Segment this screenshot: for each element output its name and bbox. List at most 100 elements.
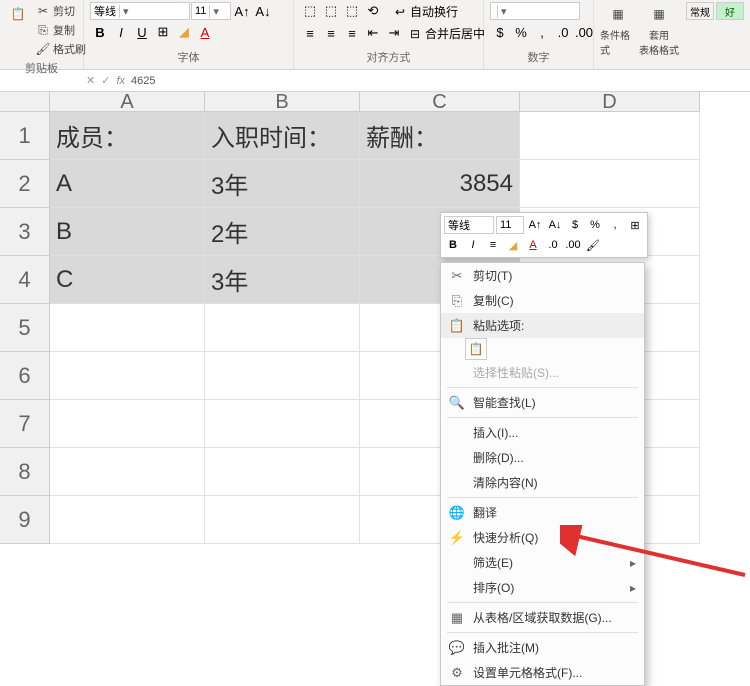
row-header-8[interactable]: 8 xyxy=(0,448,50,496)
menu-insert-comment[interactable]: 💬插入批注(M) xyxy=(441,635,644,660)
mini-bold[interactable]: B xyxy=(444,236,462,254)
fill-color-button[interactable]: ◢ xyxy=(174,23,194,41)
cut-button[interactable]: ✂剪切 xyxy=(33,2,89,20)
menu-filter[interactable]: 筛选(E)▸ xyxy=(441,550,644,575)
orientation-button[interactable]: ⟲ xyxy=(363,2,383,20)
mini-comma[interactable]: , xyxy=(606,216,624,234)
col-header-A[interactable]: A xyxy=(50,92,205,112)
row-header-5[interactable]: 5 xyxy=(0,304,50,352)
currency-button[interactable]: $ xyxy=(490,23,510,41)
decrease-indent-button[interactable]: ⇤ xyxy=(363,24,383,42)
align-top-button[interactable]: ⬚ xyxy=(300,2,320,20)
cell-B8[interactable] xyxy=(205,448,360,496)
font-size-dropdown[interactable]: 11▾ xyxy=(191,2,231,20)
cell-B2[interactable]: 3年 xyxy=(205,160,360,208)
menu-clear[interactable]: 清除内容(N) xyxy=(441,470,644,495)
style-normal[interactable]: 常规 xyxy=(686,2,714,20)
format-painter-button[interactable]: 🖌格式刷 xyxy=(33,40,89,58)
mini-decimal-dec[interactable]: .0 xyxy=(544,236,562,254)
cell-B7[interactable] xyxy=(205,400,360,448)
menu-cut[interactable]: ✂剪切(T) xyxy=(441,263,644,288)
merge-center-button[interactable]: ⊟合并后居中 xyxy=(405,24,488,43)
bold-button[interactable]: B xyxy=(90,23,110,41)
mini-font-color[interactable]: A xyxy=(524,236,542,254)
mini-decrease-font[interactable]: A↓ xyxy=(546,216,564,234)
border-button[interactable]: ⊞ xyxy=(153,23,173,41)
align-middle-button[interactable]: ⬚ xyxy=(321,2,341,20)
cell-A2[interactable]: A xyxy=(50,160,205,208)
col-header-B[interactable]: B xyxy=(205,92,360,112)
cell-B3[interactable]: 2年 xyxy=(205,208,360,256)
row-header-9[interactable]: 9 xyxy=(0,496,50,544)
mini-italic[interactable]: I xyxy=(464,236,482,254)
cell-B5[interactable] xyxy=(205,304,360,352)
menu-copy[interactable]: ⎘复制(C) xyxy=(441,288,644,313)
mini-currency[interactable]: $ xyxy=(566,216,584,234)
col-header-C[interactable]: C xyxy=(360,92,520,112)
mini-percent[interactable]: % xyxy=(586,216,604,234)
increase-decimal-button[interactable]: .0 xyxy=(553,23,573,41)
cell-D1[interactable] xyxy=(520,112,700,160)
conditional-format-icon[interactable]: ▦ xyxy=(606,2,630,26)
cell-A7[interactable] xyxy=(50,400,205,448)
menu-smart-lookup[interactable]: 🔍智能查找(L) xyxy=(441,390,644,415)
row-header-2[interactable]: 2 xyxy=(0,160,50,208)
align-bottom-button[interactable]: ⬚ xyxy=(342,2,362,20)
cell-B6[interactable] xyxy=(205,352,360,400)
copy-button[interactable]: ⎘复制 xyxy=(33,21,89,39)
cell-A6[interactable] xyxy=(50,352,205,400)
cell-D2[interactable] xyxy=(520,160,700,208)
fx-icon[interactable]: fx xyxy=(116,75,125,87)
align-right-button[interactable]: ≡ xyxy=(342,24,362,42)
col-header-D[interactable]: D xyxy=(520,92,700,112)
comma-button[interactable]: , xyxy=(532,23,552,41)
mini-decimal-inc[interactable]: .00 xyxy=(564,236,582,254)
cell-C2[interactable]: 3854 xyxy=(360,160,520,208)
number-format-dropdown[interactable]: ▾ xyxy=(490,2,580,20)
mini-align[interactable]: ≡ xyxy=(484,236,502,254)
align-center-button[interactable]: ≡ xyxy=(321,24,341,42)
increase-font-button[interactable]: A↑ xyxy=(232,2,252,20)
decrease-font-button[interactable]: A↓ xyxy=(253,2,273,20)
mini-fill-color[interactable]: ◢ xyxy=(504,236,522,254)
cell-A9[interactable] xyxy=(50,496,205,544)
menu-quick-analysis[interactable]: ⚡快速分析(Q) xyxy=(441,525,644,550)
mini-format-painter[interactable]: 🖌 xyxy=(584,236,602,254)
cell-A8[interactable] xyxy=(50,448,205,496)
cell-A4[interactable]: C xyxy=(50,256,205,304)
cancel-icon[interactable]: ✕ xyxy=(86,74,95,87)
font-color-button[interactable]: A xyxy=(195,23,215,41)
underline-button[interactable]: U xyxy=(132,23,152,41)
cell-A3[interactable]: B xyxy=(50,208,205,256)
menu-format-cells[interactable]: ⚙设置单元格格式(F)... xyxy=(441,660,644,685)
increase-indent-button[interactable]: ⇥ xyxy=(384,24,404,42)
menu-delete[interactable]: 删除(D)... xyxy=(441,445,644,470)
menu-translate[interactable]: 🌐翻译 xyxy=(441,500,644,525)
confirm-icon[interactable]: ✓ xyxy=(101,74,110,87)
wrap-text-button[interactable]: ↩自动换行 xyxy=(390,2,461,21)
menu-get-data[interactable]: ▦从表格/区域获取数据(G)... xyxy=(441,605,644,630)
row-header-4[interactable]: 4 xyxy=(0,256,50,304)
decrease-decimal-button[interactable]: .00 xyxy=(574,23,594,41)
cell-B1[interactable]: 入职时间： xyxy=(205,112,360,160)
row-header-3[interactable]: 3 xyxy=(0,208,50,256)
paste-icon[interactable]: 📋 xyxy=(6,2,30,26)
mini-font-dropdown[interactable]: 等线 xyxy=(444,216,494,234)
menu-insert[interactable]: 插入(I)... xyxy=(441,420,644,445)
paste-option-values[interactable]: 📋 xyxy=(465,338,487,360)
table-format-icon[interactable]: ▦ xyxy=(647,2,671,26)
mini-increase-font[interactable]: A↑ xyxy=(526,216,544,234)
style-good[interactable]: 好 xyxy=(716,2,744,20)
formula-value[interactable]: 4625 xyxy=(131,75,155,87)
align-left-button[interactable]: ≡ xyxy=(300,24,320,42)
select-all-corner[interactable] xyxy=(0,92,50,112)
row-header-6[interactable]: 6 xyxy=(0,352,50,400)
mini-size-dropdown[interactable]: 11 xyxy=(496,216,524,234)
cell-A5[interactable] xyxy=(50,304,205,352)
font-name-dropdown[interactable]: 等线▾ xyxy=(90,2,190,20)
cell-B4[interactable]: 3年 xyxy=(205,256,360,304)
row-header-7[interactable]: 7 xyxy=(0,400,50,448)
mini-border[interactable]: ⊞ xyxy=(626,216,644,234)
cell-B9[interactable] xyxy=(205,496,360,544)
italic-button[interactable]: I xyxy=(111,23,131,41)
